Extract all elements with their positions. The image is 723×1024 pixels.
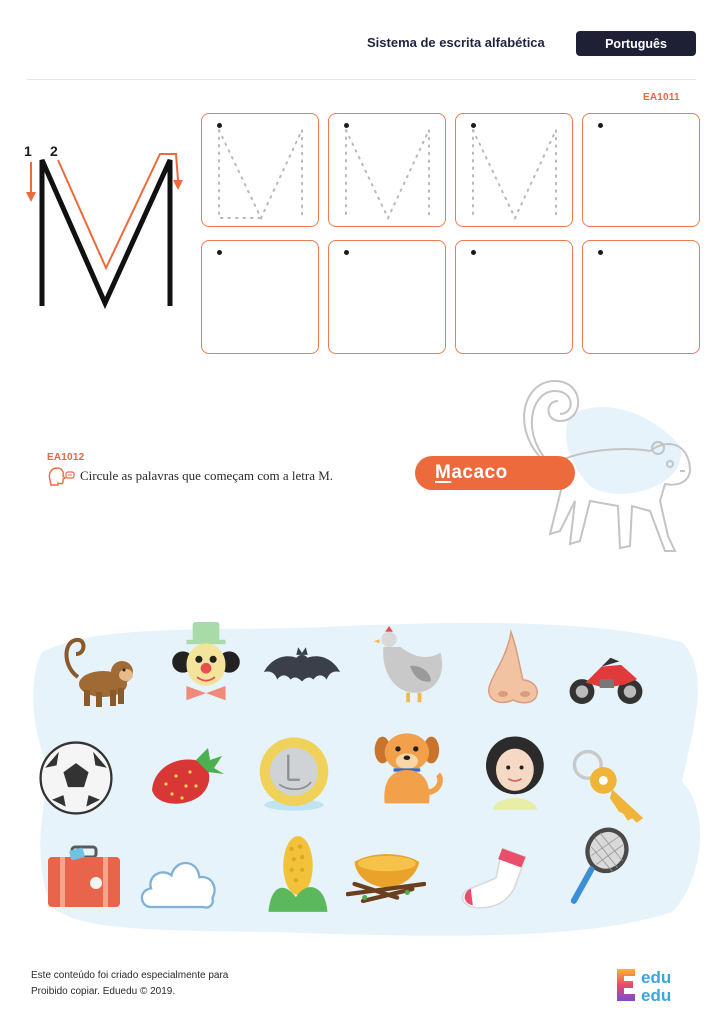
footer-line: Este conteúdo foi criado especialmente p…: [31, 970, 229, 981]
start-dot: [471, 250, 476, 255]
instruction: Circule as palavras que começam com a le…: [47, 466, 333, 486]
start-dot: [217, 250, 222, 255]
footer-line: Proibido copiar. Eduedu © 2019.: [31, 986, 176, 997]
tracing-box[interactable]: [455, 240, 573, 354]
motorcycle-picture[interactable]: [566, 640, 646, 720]
bat-picture[interactable]: [262, 632, 342, 712]
example-word-first-letter: M: [435, 462, 452, 483]
racket-picture[interactable]: [560, 826, 640, 906]
footer-credits: Este conteúdo foi criado especialmente p…: [31, 968, 228, 1000]
tracing-box[interactable]: [201, 113, 319, 227]
clown-picture[interactable]: [166, 622, 246, 702]
nose-picture[interactable]: [474, 628, 554, 708]
example-word-rest: acaco: [451, 462, 508, 483]
dog-picture[interactable]: [368, 730, 448, 810]
tracing-box[interactable]: [328, 240, 446, 354]
exercise-code: EA1011: [643, 92, 680, 103]
stroke-number: 2: [50, 143, 58, 159]
key-picture[interactable]: [570, 746, 650, 826]
stroke-number: 1: [24, 143, 32, 159]
cloud-picture[interactable]: [138, 840, 218, 920]
suitcase-picture[interactable]: [44, 838, 124, 918]
start-dot: [598, 250, 603, 255]
header-divider: [27, 79, 696, 80]
start-dot: [598, 123, 603, 128]
exercise-code: EA1012: [47, 452, 85, 463]
dotted-letter-m: [218, 129, 303, 221]
eduedu-logo[interactable]: edu edu: [615, 965, 695, 1005]
tracing-box[interactable]: [582, 240, 700, 354]
strawberry-picture[interactable]: [146, 738, 226, 818]
corn-picture[interactable]: [258, 834, 338, 914]
page-title: Sistema de escrita alfabética: [367, 35, 545, 50]
instruction-text: Circule as palavras que começam com a le…: [80, 468, 334, 483]
logo-text: edu: [641, 968, 671, 987]
example-word-pill: Macaco: [415, 456, 575, 490]
letter-m-model: [26, 153, 183, 310]
dotted-letter-m: [472, 129, 557, 221]
dotted-letter-m: [345, 129, 430, 221]
soccer-ball-picture[interactable]: [36, 738, 116, 818]
speaking-head-icon: [48, 467, 75, 486]
tracing-box[interactable]: [455, 113, 573, 227]
tracing-box[interactable]: [582, 113, 700, 227]
language-badge[interactable]: Português: [576, 31, 696, 56]
tracing-box[interactable]: [328, 113, 446, 227]
woman-picture[interactable]: [476, 732, 556, 812]
tracing-box[interactable]: [201, 240, 319, 354]
nest-picture[interactable]: [346, 838, 426, 918]
tracing-grid: [201, 113, 701, 357]
start-dot: [344, 250, 349, 255]
coin-picture[interactable]: [254, 734, 334, 814]
sock-picture[interactable]: [456, 838, 536, 918]
monkey-picture[interactable]: [58, 632, 138, 712]
logo-text: edu: [641, 986, 671, 1005]
hen-picture[interactable]: [370, 626, 450, 706]
